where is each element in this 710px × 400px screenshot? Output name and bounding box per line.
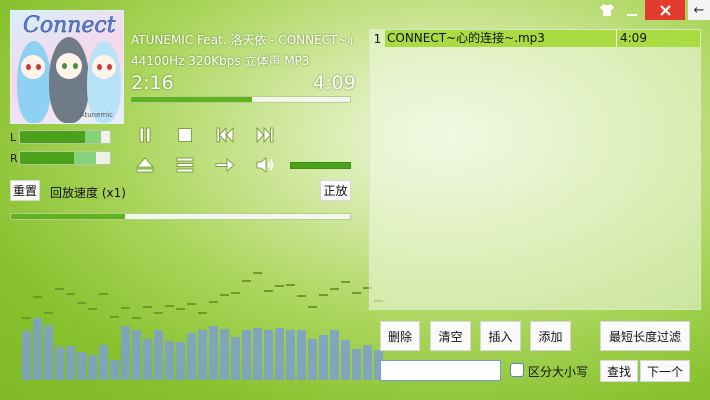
spectrum-bar: [44, 325, 53, 380]
close-icon: [659, 4, 671, 16]
spectrum-peak: [187, 303, 196, 305]
search-input[interactable]: [380, 360, 501, 381]
min-length-filter-button[interactable]: 最短长度过滤: [600, 321, 690, 351]
spectrum-bar: [352, 349, 361, 380]
spectrum-bar: [286, 330, 295, 380]
spectrum-peak: [264, 290, 273, 292]
spectrum-peak: [110, 316, 119, 318]
spectrum-analyzer: [0, 0, 383, 400]
spectrum-bar: [330, 330, 339, 380]
spectrum-bar: [22, 331, 31, 380]
back-button[interactable]: ←: [688, 0, 710, 20]
spectrum-bar: [209, 326, 218, 380]
spectrum-peak: [132, 317, 141, 319]
spectrum-peak: [143, 306, 152, 308]
spectrum-bar: [264, 330, 273, 380]
case-sensitive-checkbox[interactable]: [510, 363, 524, 377]
spectrum-bar: [363, 345, 372, 380]
tshirt-icon: [600, 4, 614, 16]
spectrum-peak: [275, 285, 284, 287]
spectrum-bar: [308, 339, 317, 380]
close-button[interactable]: [645, 0, 685, 20]
case-sensitive-label: 区分大小写: [528, 365, 589, 379]
spectrum-bar: [242, 330, 251, 380]
spectrum-bar: [253, 328, 262, 380]
spectrum-peak: [33, 296, 42, 298]
spectrum-peak: [341, 281, 350, 283]
spectrum-peak: [209, 301, 218, 303]
spectrum-peak: [231, 292, 240, 294]
spectrum-bar: [66, 346, 75, 380]
spectrum-peak: [319, 294, 328, 296]
spectrum-peak: [77, 302, 86, 304]
spectrum-bar: [143, 339, 152, 380]
spectrum-peak: [22, 317, 31, 319]
playlist-row-number: 1: [373, 31, 382, 46]
spectrum-bar: [231, 337, 240, 380]
spectrum-bar: [121, 326, 130, 380]
spectrum-peak: [121, 307, 130, 309]
insert-button[interactable]: 插入: [480, 321, 521, 351]
spectrum-bar: [110, 360, 119, 380]
clear-button[interactable]: 清空: [430, 321, 471, 351]
spectrum-bar: [176, 342, 185, 380]
spectrum-bar: [341, 340, 350, 380]
playlist-row[interactable]: 1 CONNECT~心的连接~.mp3 4:09: [370, 30, 700, 47]
spectrum-bar: [132, 330, 141, 380]
spectrum-peak: [99, 293, 108, 295]
spectrum-bar: [77, 352, 86, 380]
spectrum-bar: [88, 355, 97, 380]
spectrum-bar: [275, 328, 284, 380]
spectrum-peak: [44, 312, 53, 314]
back-arrow-icon: ←: [693, 2, 705, 18]
spectrum-bar: [187, 333, 196, 380]
spectrum-peak: [154, 312, 163, 314]
minimize-icon: [627, 13, 637, 16]
spectrum-bar: [297, 330, 306, 380]
find-next-button[interactable]: 下一个: [640, 360, 690, 382]
spectrum-peak: [220, 294, 229, 296]
spectrum-peak: [253, 272, 262, 274]
playlist[interactable]: 1 CONNECT~心的连接~.mp3 4:09: [369, 29, 701, 310]
spectrum-bar: [99, 345, 108, 380]
spectrum-bar: [198, 330, 207, 380]
spectrum-bar: [220, 329, 229, 380]
delete-button[interactable]: 删除: [380, 321, 420, 351]
spectrum-peak: [242, 280, 251, 282]
playlist-row-name: CONNECT~心的连接~.mp3: [385, 30, 617, 47]
spectrum-bar: [154, 330, 163, 380]
spectrum-bar: [165, 341, 174, 380]
spectrum-bar: [319, 335, 328, 380]
add-button[interactable]: 添加: [530, 321, 571, 351]
spectrum-peak: [66, 293, 75, 295]
spectrum-peak: [330, 288, 339, 290]
spectrum-peak: [308, 306, 317, 308]
spectrum-peak: [176, 308, 185, 310]
spectrum-bar: [55, 347, 64, 380]
find-button[interactable]: 查找: [600, 360, 638, 382]
spectrum-bar: [33, 318, 42, 380]
spectrum-peak: [165, 305, 174, 307]
minimize-button[interactable]: [620, 0, 644, 20]
spectrum-peak: [352, 292, 361, 294]
spectrum-peak: [88, 308, 97, 310]
spectrum-peak: [55, 288, 64, 290]
spectrum-peak: [198, 312, 207, 314]
playlist-row-duration: 4:09: [617, 30, 700, 47]
spectrum-peak: [297, 295, 306, 297]
spectrum-peak: [286, 284, 295, 286]
skin-button[interactable]: [594, 0, 620, 20]
